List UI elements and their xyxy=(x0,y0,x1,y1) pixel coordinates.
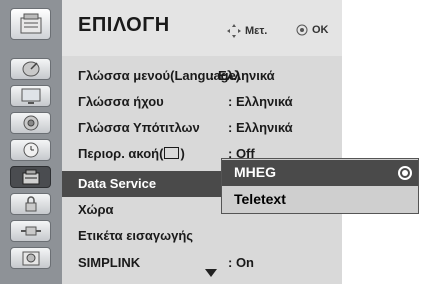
radio-selected-icon xyxy=(398,166,412,180)
option-label: MHEG xyxy=(234,164,276,180)
menu-item-value: : Ελληνικά xyxy=(228,120,293,135)
option-teletext[interactable]: Teletext xyxy=(222,187,418,213)
menu-item-value: : On xyxy=(228,255,254,270)
sidebar xyxy=(0,0,62,284)
menu-item-label: Γλώσσα ήχου xyxy=(78,94,164,109)
menu-item-label: Ετικέτα εισαγωγής xyxy=(78,228,194,243)
menu-header: ΕΠΙΛΟΓΗ Μετ. OK xyxy=(62,0,342,56)
option-mheg[interactable]: MHEG xyxy=(222,160,418,186)
menu-item-label: Περιορ. ακοή() xyxy=(78,146,185,161)
option-menu-icon xyxy=(10,8,51,40)
scroll-down-icon[interactable] xyxy=(205,269,217,277)
menu-item-simplink[interactable]: SIMPLINK : On xyxy=(62,250,342,276)
data-service-popup: MHEG Teletext xyxy=(221,158,419,214)
satellite-dish-icon[interactable] xyxy=(10,58,51,80)
tv-screen-icon[interactable] xyxy=(10,85,51,107)
dvd-disc-icon[interactable] xyxy=(10,247,51,269)
tv-osd-option-menu: ΕΠΙΛΟΓΗ Μετ. OK Γλώσσα μενού(Language) :… xyxy=(0,0,422,284)
menu-item-label: SIMPLINK xyxy=(78,255,141,270)
ok-hint-label: OK xyxy=(312,24,329,36)
menu-item-audio-language[interactable]: Γλώσσα ήχου : Ελληνικά xyxy=(62,89,342,115)
input-connector-icon[interactable] xyxy=(10,220,51,242)
ok-hint: OK xyxy=(296,24,329,36)
lock-icon[interactable] xyxy=(10,193,51,215)
option-menu-icon[interactable] xyxy=(10,166,51,188)
menu-item-menu-language[interactable]: Γλώσσα μενού(Language) : Ελληνικά xyxy=(62,63,342,89)
navigation-arrows-icon xyxy=(227,24,241,38)
menu-item-label: Χώρα xyxy=(78,202,114,217)
menu-item-input-label[interactable]: Ετικέτα εισαγωγής xyxy=(62,223,342,249)
menu-item-subtitle-language[interactable]: Γλώσσα Υπότιτλων : Ελληνικά xyxy=(62,115,342,141)
subtitle-box-icon xyxy=(164,147,180,159)
menu-item-label: Data Service xyxy=(78,176,157,191)
menu-item-value: : Ελληνικά xyxy=(228,94,293,109)
ok-button-icon xyxy=(296,24,308,36)
move-hint-label: Μετ. xyxy=(245,25,268,37)
menu-item-label: Γλώσσα Υπότιτλων xyxy=(78,120,200,135)
clock-icon[interactable] xyxy=(10,139,51,161)
option-label: Teletext xyxy=(234,191,286,207)
move-hint: Μετ. xyxy=(226,24,267,38)
menu-item-value: : Ελληνικά xyxy=(210,68,275,83)
speaker-icon[interactable] xyxy=(10,112,51,134)
page-title: ΕΠΙΛΟΓΗ xyxy=(78,14,170,36)
